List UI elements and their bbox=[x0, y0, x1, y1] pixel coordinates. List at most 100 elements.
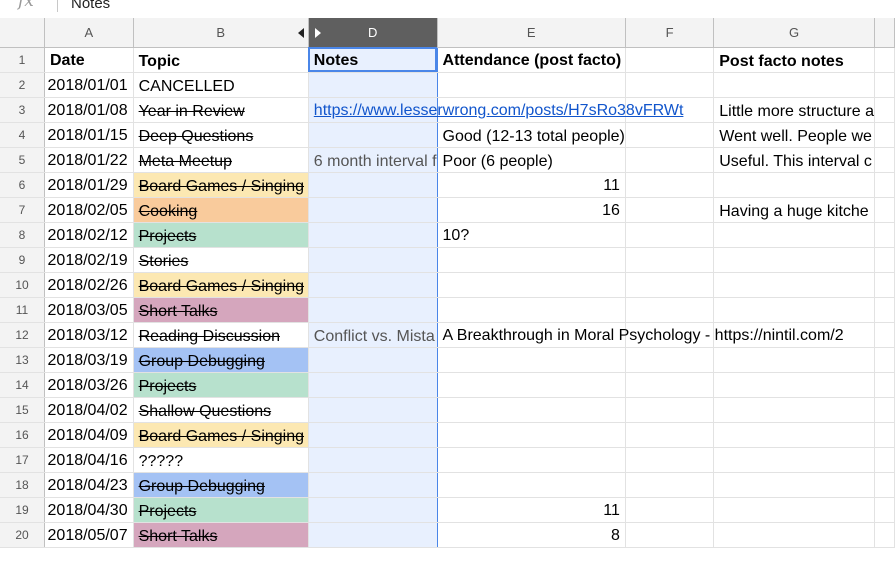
cell-d[interactable] bbox=[307, 297, 438, 323]
cell-e[interactable] bbox=[437, 97, 626, 123]
cell-g[interactable] bbox=[713, 297, 875, 323]
cell-b[interactable]: Projects bbox=[133, 497, 309, 523]
cell-f[interactable] bbox=[625, 422, 715, 448]
cell-b[interactable]: Stories bbox=[133, 247, 309, 273]
row-header[interactable]: 8 bbox=[0, 222, 45, 248]
cell-h[interactable] bbox=[874, 97, 895, 123]
cell-d[interactable] bbox=[307, 497, 438, 523]
cell-h[interactable] bbox=[874, 297, 895, 323]
cell-f[interactable] bbox=[625, 447, 715, 473]
cell-e[interactable]: 11 bbox=[437, 497, 626, 523]
cell-e[interactable] bbox=[437, 297, 626, 323]
cell-h[interactable] bbox=[874, 222, 895, 248]
cell-h[interactable] bbox=[874, 472, 895, 498]
cell-a[interactable]: Date bbox=[44, 47, 134, 73]
cell-e[interactable] bbox=[437, 472, 626, 498]
formula-bar[interactable]: fx Notes bbox=[0, 0, 895, 19]
cell-h[interactable] bbox=[874, 372, 895, 398]
column-header-f[interactable]: F bbox=[625, 18, 715, 48]
cell-f[interactable] bbox=[625, 522, 715, 548]
cell-g[interactable] bbox=[713, 372, 875, 398]
cell-a[interactable]: 2018/03/12 bbox=[44, 322, 134, 348]
cell-f[interactable] bbox=[625, 247, 715, 273]
cell-f[interactable] bbox=[625, 97, 715, 123]
cell-h[interactable] bbox=[874, 122, 895, 148]
cell-h[interactable] bbox=[874, 72, 895, 98]
cell-f[interactable] bbox=[625, 372, 715, 398]
cell-h[interactable] bbox=[874, 422, 895, 448]
cell-d[interactable]: Notes bbox=[307, 47, 438, 73]
column-header-d[interactable]: D bbox=[308, 18, 438, 48]
select-all-corner[interactable] bbox=[0, 18, 45, 48]
cell-a[interactable]: 2018/03/05 bbox=[44, 297, 134, 323]
cell-a[interactable]: 2018/01/15 bbox=[44, 122, 134, 148]
cell-g[interactable] bbox=[713, 447, 875, 473]
cell-a[interactable]: 2018/02/26 bbox=[44, 272, 134, 298]
cell-d[interactable] bbox=[307, 172, 438, 198]
cell-e[interactable]: A Breakthrough in Moral Psychology - htt… bbox=[437, 322, 844, 348]
cell-f[interactable] bbox=[625, 122, 715, 148]
cell-g[interactable] bbox=[713, 72, 875, 98]
cell-e[interactable] bbox=[437, 397, 626, 423]
cell-f[interactable] bbox=[625, 322, 715, 348]
cell-h[interactable] bbox=[874, 322, 895, 348]
cell-b[interactable]: Cooking bbox=[133, 197, 309, 223]
cell-d[interactable]: https://www.lesserwrong.com/posts/H7sRo3… bbox=[307, 97, 683, 123]
cell-g[interactable] bbox=[713, 222, 875, 248]
column-header-h[interactable] bbox=[874, 18, 895, 48]
cell-a[interactable]: 2018/01/08 bbox=[44, 97, 134, 123]
cell-b[interactable]: Group Debugging bbox=[133, 347, 309, 373]
cell-d[interactable]: Conflict vs. Mista bbox=[307, 322, 438, 348]
cell-e[interactable]: Attendance (post facto) bbox=[437, 47, 626, 73]
cell-a[interactable]: 2018/04/16 bbox=[44, 447, 134, 473]
cell-g[interactable] bbox=[713, 172, 875, 198]
cell-f[interactable] bbox=[625, 272, 715, 298]
row-header[interactable]: 15 bbox=[0, 397, 45, 423]
cell-d[interactable] bbox=[307, 222, 438, 248]
cell-a[interactable]: 2018/01/01 bbox=[44, 72, 134, 98]
cell-b[interactable]: Short Talks bbox=[133, 297, 309, 323]
cell-d[interactable] bbox=[307, 122, 438, 148]
cell-f[interactable] bbox=[625, 397, 715, 423]
cell-b[interactable]: Year in Review bbox=[133, 97, 309, 123]
cell-h[interactable] bbox=[874, 522, 895, 548]
cell-h[interactable] bbox=[874, 497, 895, 523]
cell-d[interactable] bbox=[307, 522, 438, 548]
cell-g[interactable] bbox=[713, 422, 875, 448]
cell-e[interactable]: 8 bbox=[437, 522, 626, 548]
cell-d[interactable] bbox=[307, 197, 438, 223]
cell-a[interactable]: 2018/02/05 bbox=[44, 197, 134, 223]
cell-e[interactable]: 16 bbox=[437, 197, 626, 223]
cell-b[interactable]: Board Games / Singing bbox=[133, 272, 309, 298]
row-header[interactable]: 3 bbox=[0, 97, 45, 123]
cell-b[interactable]: Projects bbox=[133, 372, 309, 398]
cell-b[interactable]: Deep Questions bbox=[133, 122, 309, 148]
cell-f[interactable] bbox=[625, 347, 715, 373]
cell-f[interactable] bbox=[625, 47, 715, 73]
row-header[interactable]: 20 bbox=[0, 522, 45, 548]
cell-f[interactable] bbox=[625, 297, 715, 323]
cell-e[interactable] bbox=[437, 272, 626, 298]
row-header[interactable]: 11 bbox=[0, 297, 45, 323]
cell-e[interactable]: Good (12-13 total people) bbox=[437, 122, 626, 148]
cell-d[interactable]: 6 month interval f bbox=[307, 147, 438, 173]
cell-d[interactable] bbox=[307, 447, 438, 473]
row-header[interactable]: 7 bbox=[0, 197, 45, 223]
cell-b[interactable]: Meta Meetup bbox=[133, 147, 309, 173]
cell-d[interactable] bbox=[307, 372, 438, 398]
cell-d[interactable] bbox=[307, 347, 438, 373]
cell-f[interactable] bbox=[625, 72, 715, 98]
column-header-a[interactable]: A bbox=[44, 18, 134, 48]
column-header-b[interactable]: B bbox=[133, 18, 309, 48]
cell-h[interactable] bbox=[874, 347, 895, 373]
cell-a[interactable]: 2018/01/29 bbox=[44, 172, 134, 198]
cell-e[interactable] bbox=[437, 447, 626, 473]
cell-h[interactable] bbox=[874, 197, 895, 223]
cell-h[interactable] bbox=[874, 247, 895, 273]
cell-g[interactable]: Little more structure a bbox=[713, 97, 875, 123]
cell-a[interactable]: 2018/04/09 bbox=[44, 422, 134, 448]
cell-h[interactable] bbox=[874, 447, 895, 473]
cell-e[interactable] bbox=[437, 347, 626, 373]
cell-b[interactable]: CANCELLED bbox=[133, 72, 309, 98]
row-header[interactable]: 16 bbox=[0, 422, 45, 448]
